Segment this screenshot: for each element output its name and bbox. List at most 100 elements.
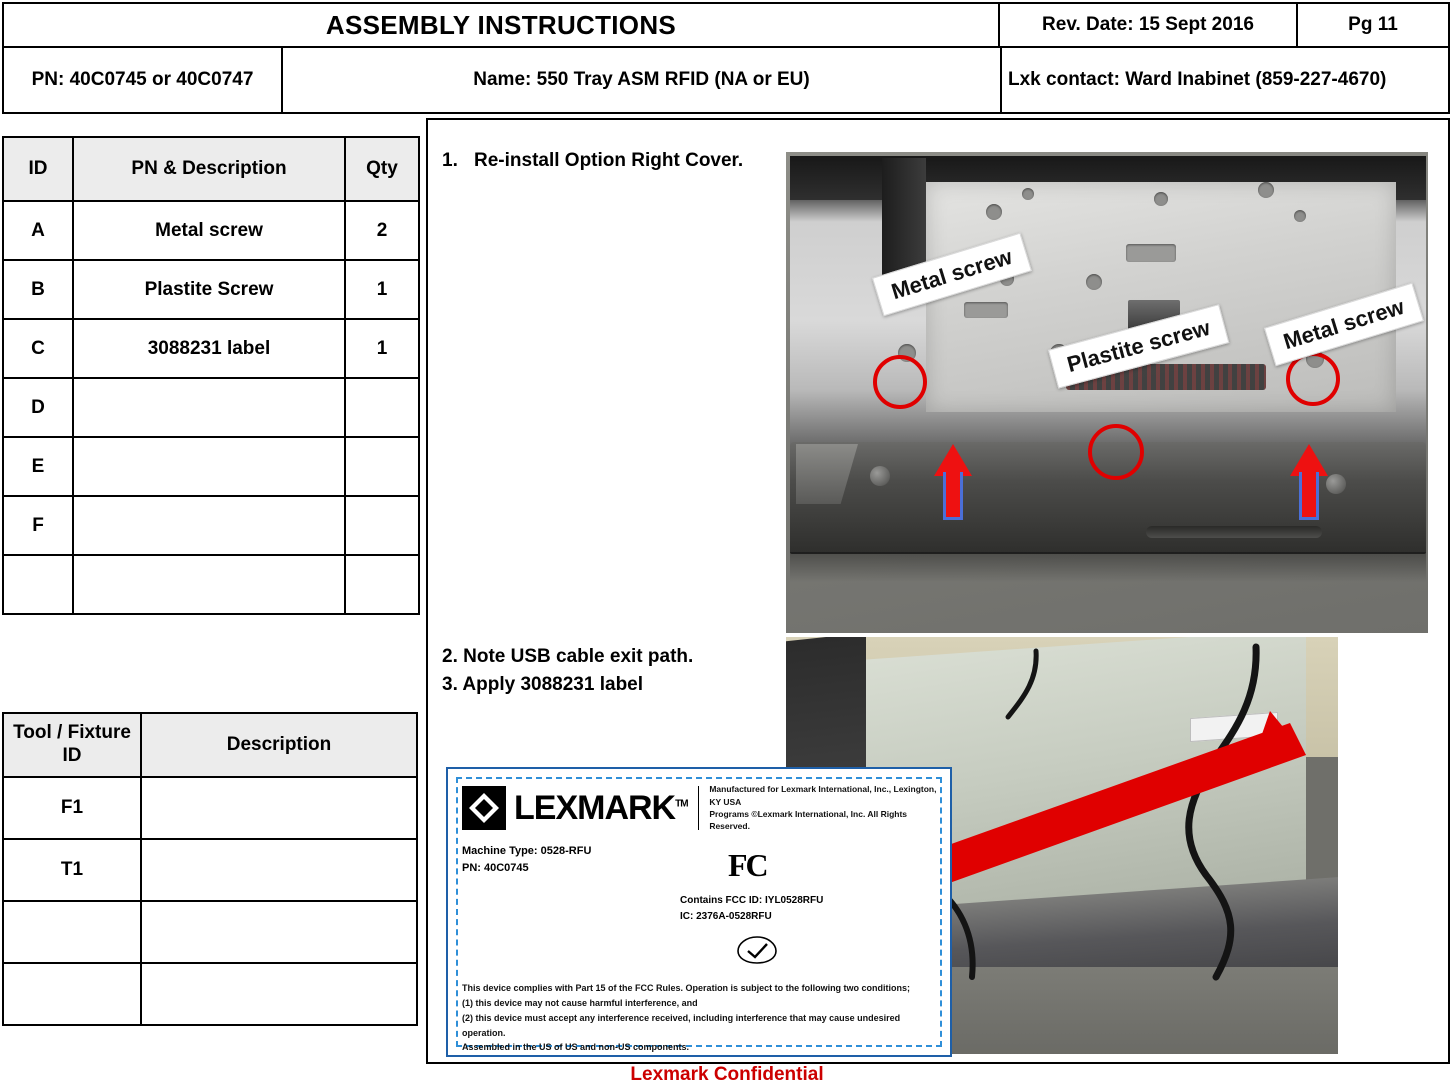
- part-description: [72, 436, 346, 497]
- photo1-cover-handle: [1146, 526, 1322, 538]
- tool-fixture-table: Tool / Fixture ID Description F1 T1: [2, 712, 418, 1026]
- photo1-cover-screw-right: [1326, 474, 1346, 494]
- part-id: D: [2, 377, 74, 438]
- step-1-text: Re-install Option Right Cover.: [474, 150, 744, 171]
- photo1-left-rail: [882, 158, 926, 278]
- assembly-instruction-page: ASSEMBLY INSTRUCTIONS Rev. Date: 15 Sept…: [0, 0, 1454, 1085]
- tool-description: [140, 962, 418, 1026]
- header-row-top: ASSEMBLY INSTRUCTIONS Rev. Date: 15 Sept…: [4, 4, 1448, 48]
- table-row: T1: [2, 838, 418, 902]
- label-fcc-id: Contains FCC ID: IYL0528RFU: [680, 895, 824, 906]
- trademark-symbol: TM: [675, 798, 688, 810]
- label-divider: [697, 786, 700, 830]
- label-machine-type: Machine Type: 0528-RFU: [462, 845, 592, 857]
- part-qty: [344, 495, 420, 556]
- part-description: [72, 554, 346, 615]
- parts-header-qty: Qty: [344, 136, 420, 202]
- photo1-slot: [1126, 244, 1176, 262]
- step-1-number: 1.: [442, 150, 458, 171]
- part-number: PN: 40C0745 or 40C0747: [31, 69, 254, 91]
- step-2-3-block: 2. Note USB cable exit path. 3. Apply 30…: [442, 643, 772, 698]
- label-compliance-text: This device complies with Part 15 of the…: [462, 983, 911, 1053]
- label-logo-row: LEXMARKTM Manufactured for Lexmark Inter…: [462, 781, 938, 835]
- label-machine-block: Machine Type: 0528-RFU PN: 40C0745: [462, 843, 591, 876]
- tool-id: [2, 962, 142, 1026]
- arrow-stem: [943, 472, 963, 520]
- lexmark-diamond-icon: [462, 786, 506, 830]
- confidential-footer: Lexmark Confidential: [630, 1064, 824, 1085]
- label-ic-id: IC: 2376A-0528RFU: [680, 911, 772, 922]
- revision-date: Rev. Date: 15 Sept 2016: [998, 4, 1296, 46]
- part-qty: 1: [344, 318, 420, 379]
- photo-option-right-cover: [786, 152, 1428, 633]
- part-description: [72, 495, 346, 556]
- tool-id: [2, 900, 142, 964]
- table-row: C 3088231 label 1: [2, 318, 420, 379]
- lexmark-brand-text: LEXMARK: [514, 788, 676, 827]
- tool-description: [140, 900, 418, 964]
- table-row: B Plastite Screw 1: [2, 259, 420, 320]
- arrow-stem: [1299, 472, 1319, 520]
- photo1-hole: [986, 204, 1002, 220]
- header-row-bottom: PN: 40C0745 or 40C0747 Name: 550 Tray AS…: [4, 48, 1448, 112]
- step-2-text: 2. Note USB cable exit path.: [442, 646, 694, 667]
- table-row: F1: [2, 776, 418, 840]
- part-id: [2, 554, 74, 615]
- part-qty: [344, 377, 420, 438]
- tool-id: T1: [2, 838, 142, 902]
- part-id: B: [2, 259, 74, 320]
- part-qty: 2: [344, 200, 420, 261]
- part-id: C: [2, 318, 74, 379]
- table-row: [2, 554, 420, 615]
- parts-header-id: ID: [2, 136, 74, 202]
- tool-id: F1: [2, 776, 142, 840]
- parts-header-description: PN & Description: [72, 136, 346, 202]
- photo1-slot: [964, 302, 1008, 318]
- photo1-hole: [1086, 274, 1102, 290]
- step-3-text: 3. Apply 3088231 label: [442, 673, 644, 695]
- tool-header-description: Description: [140, 712, 418, 778]
- tool-table-header-row: Tool / Fixture ID Description: [2, 712, 418, 778]
- step-1-block: 1. Re-install Option Right Cover.: [442, 148, 762, 175]
- parts-table: ID PN & Description Qty A Metal screw 2 …: [2, 136, 420, 615]
- tool-description: [140, 776, 418, 840]
- annotation-arrow-up-left: [934, 444, 972, 520]
- table-row: [2, 962, 418, 1026]
- annotation-circle-metal-screw-left: [873, 355, 927, 409]
- label-fcc-block: Contains FCC ID: IYL0528RFU IC: 2376A-05…: [680, 893, 823, 925]
- photo1-cover-screw-left: [870, 466, 890, 486]
- photo1-hole: [1294, 210, 1306, 222]
- lexmark-wordmark: LEXMARKTM: [514, 788, 689, 828]
- table-row: E: [2, 436, 420, 497]
- part-qty: [344, 554, 420, 615]
- table-row: A Metal screw 2: [2, 200, 420, 261]
- document-header: ASSEMBLY INSTRUCTIONS Rev. Date: 15 Sept…: [2, 2, 1450, 114]
- photo1-shadow: [790, 552, 1426, 582]
- photo1-hole: [1258, 182, 1274, 198]
- part-qty: [344, 436, 420, 497]
- label-part-number: PN: 40C0745: [462, 861, 529, 874]
- tool-header-id: Tool / Fixture ID: [2, 712, 142, 778]
- fcc-logo-icon: FC: [728, 847, 769, 883]
- part-id: F: [2, 495, 74, 556]
- photo1-hole: [1154, 192, 1168, 206]
- table-row: D: [2, 377, 420, 438]
- c-tick-mark-icon: [737, 936, 777, 964]
- tool-description: [140, 838, 418, 902]
- part-id: E: [2, 436, 74, 497]
- table-row: F: [2, 495, 420, 556]
- label-manufactured-text: Manufactured for Lexmark International, …: [709, 784, 937, 832]
- photo1-hole: [1022, 188, 1034, 200]
- annotation-arrow-up-right: [1290, 444, 1328, 520]
- part-id: A: [2, 200, 74, 261]
- part-description: [72, 377, 346, 438]
- table-row: [2, 900, 418, 964]
- part-description: 3088231 label: [72, 318, 346, 379]
- part-description: Metal screw: [72, 200, 346, 261]
- assembly-name: Name: 550 Tray ASM RFID (NA or EU): [281, 48, 1000, 112]
- page-title: ASSEMBLY INSTRUCTIONS: [325, 9, 677, 40]
- lexmark-contact: Lxk contact: Ward Inabinet (859-227-4670…: [1000, 48, 1448, 112]
- page-number: Pg 11: [1296, 4, 1448, 46]
- lexmark-rfid-label: LEXMARKTM Manufactured for Lexmark Inter…: [446, 767, 952, 1057]
- annotation-circle-plastite-screw: [1088, 424, 1144, 480]
